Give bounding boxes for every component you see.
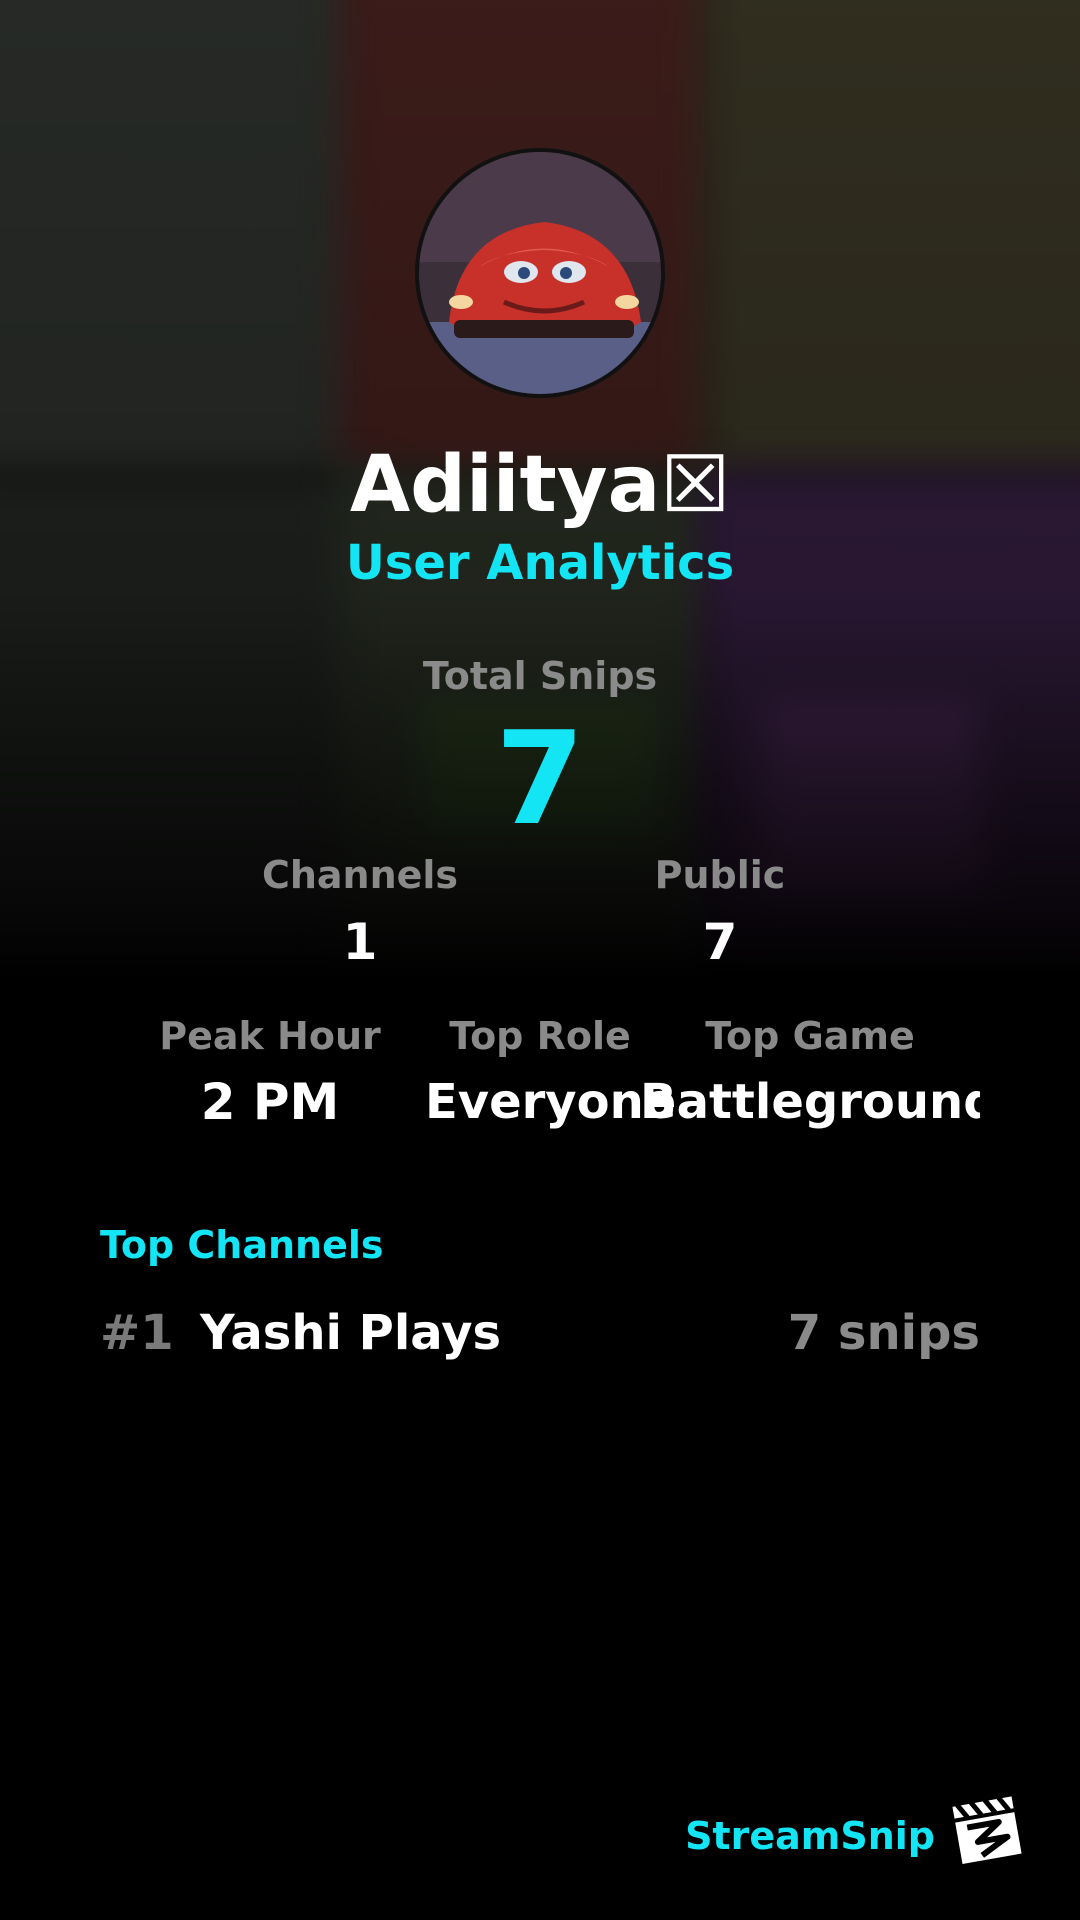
- channel-rank: #1: [100, 1305, 174, 1361]
- avatar[interactable]: [415, 148, 665, 398]
- top-role-value: Everyone: [425, 1074, 677, 1130]
- top-channels-title: Top Channels: [100, 1223, 384, 1267]
- username: Adiitya☒: [349, 440, 731, 530]
- total-snips-value: 7: [495, 705, 585, 854]
- channel-snip-count: 7 snips: [787, 1305, 980, 1361]
- peak-hour-label: Peak Hour: [159, 1014, 381, 1058]
- analytics-card: Adiitya☒ User Analytics Total Snips 7 Ch…: [0, 0, 1080, 1920]
- top-game-value: Battleground..: [640, 1074, 980, 1130]
- channels-value: 1: [342, 913, 378, 971]
- channel-name: Yashi Plays: [200, 1305, 502, 1361]
- list-item[interactable]: #1 Yashi Plays 7 snips: [100, 1300, 980, 1366]
- clapperboard-icon: [948, 1790, 1028, 1870]
- peak-hour-value: 2 PM: [200, 1073, 340, 1131]
- page-subtitle: User Analytics: [345, 535, 735, 591]
- public-value: 7: [702, 913, 738, 971]
- channels-label: Channels: [261, 853, 459, 897]
- brand-name: StreamSnip: [685, 1814, 935, 1858]
- top-role-label: Top Role: [449, 1014, 631, 1058]
- public-label: Public: [654, 853, 786, 897]
- total-snips-label: Total Snips: [422, 654, 658, 698]
- avatar-image: [419, 152, 661, 394]
- top-game-label: Top Game: [705, 1014, 915, 1058]
